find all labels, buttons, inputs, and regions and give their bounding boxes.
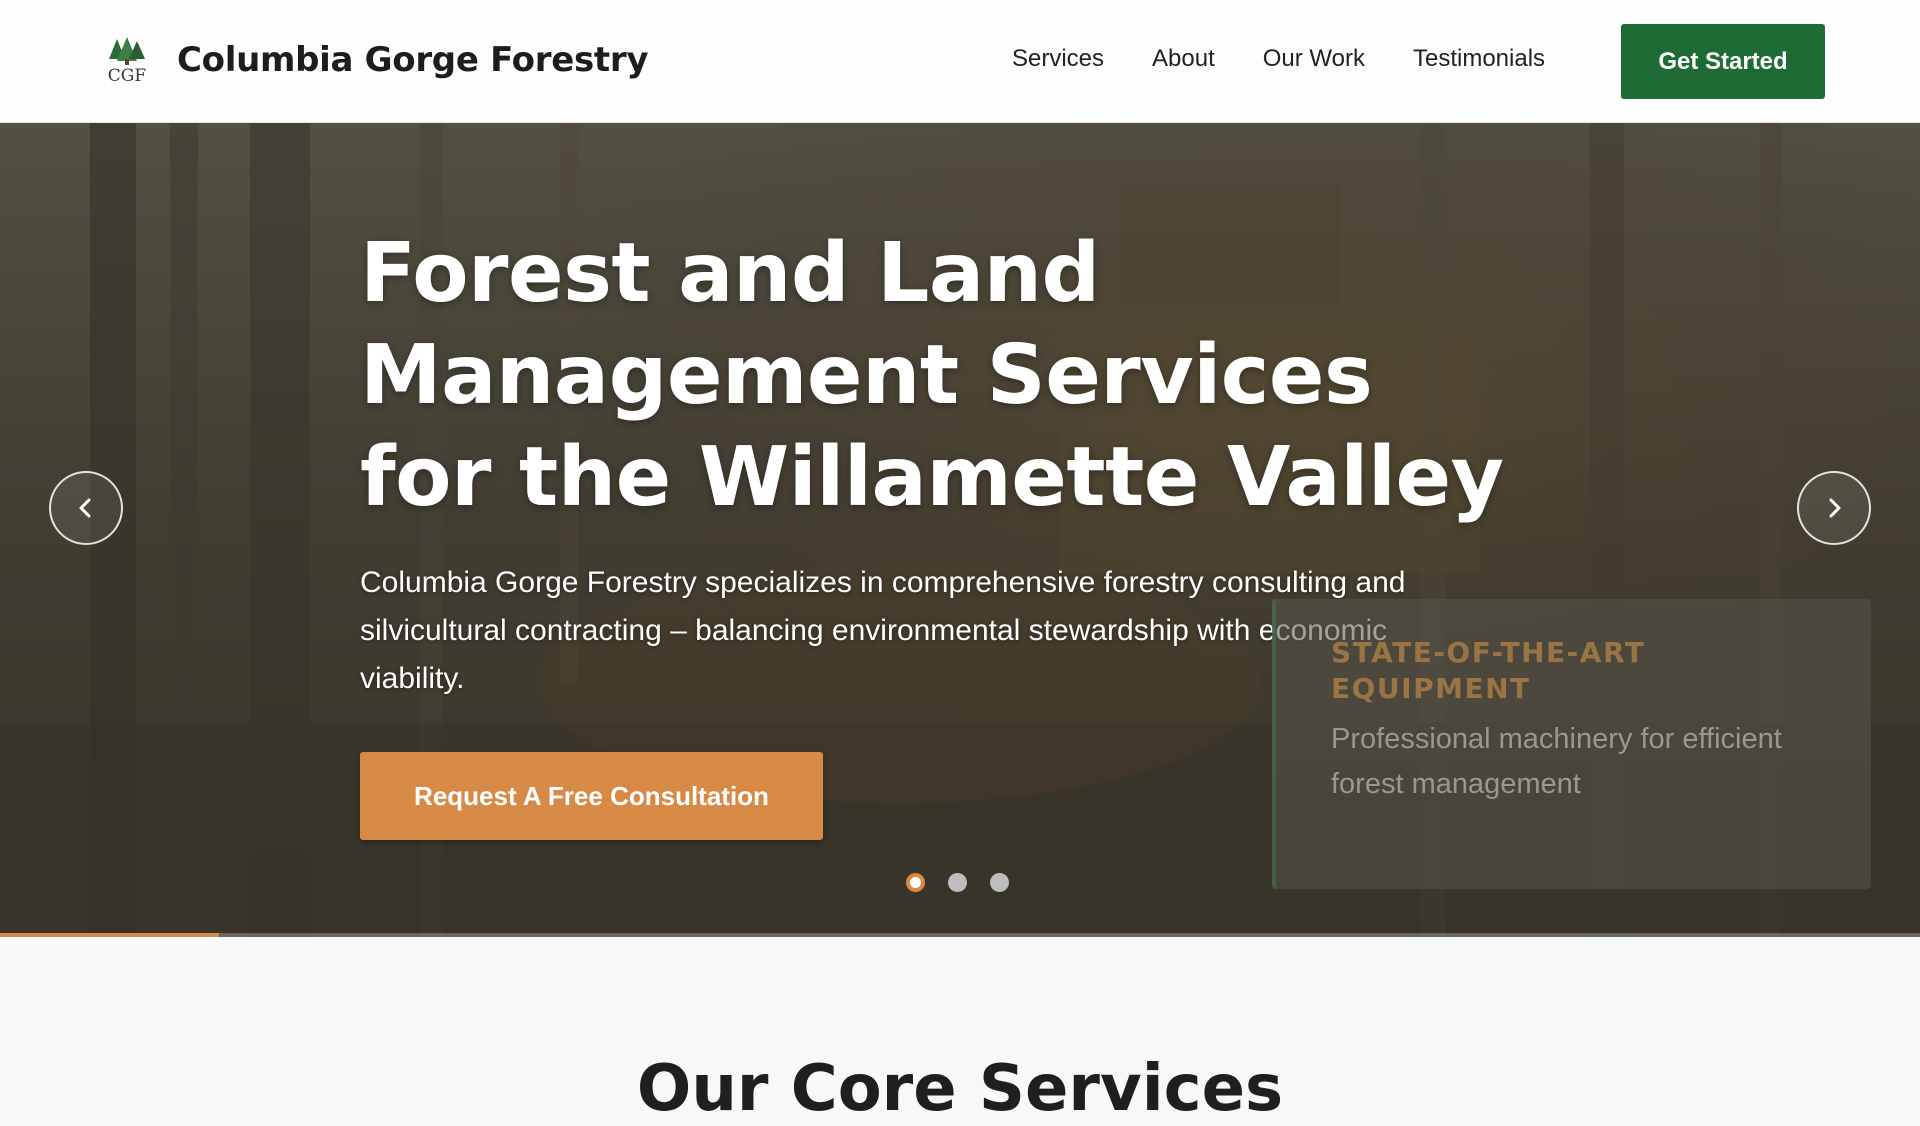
chevron-left-icon <box>79 498 91 518</box>
hero-title: Forest and Land Management Services for … <box>360 226 1504 525</box>
slider-dot-2[interactable] <box>948 873 967 892</box>
brand-name: Columbia Gorge Forestry <box>177 40 649 80</box>
feature-card-title: STATE-OF-THE-ART EQUIPMENT <box>1331 636 1646 705</box>
slider-dots <box>906 873 1032 892</box>
main-nav: Services About Our Work Testimonials <box>1012 45 1545 73</box>
request-consultation-button[interactable]: Request A Free Consultation <box>360 752 823 840</box>
get-started-button[interactable]: Get Started <box>1621 24 1825 99</box>
hero-slider: Forest and Land Management Services for … <box>0 123 1920 937</box>
feature-card-description: Professional machinery for efficient for… <box>1331 723 1782 800</box>
logo-text: CGF <box>108 66 147 85</box>
slider-next-button[interactable] <box>1797 471 1871 545</box>
nav-link-about[interactable]: About <box>1152 45 1215 73</box>
feature-card: STATE-OF-THE-ART EQUIPMENT Professional … <box>1272 599 1871 889</box>
slider-dot-1[interactable] <box>906 873 925 892</box>
site-header: CGF Columbia Gorge Forestry Services Abo… <box>0 0 1920 123</box>
chevron-right-icon <box>1829 498 1841 518</box>
services-section-heading: Our Core Services <box>636 1052 1284 1126</box>
logo-tree-icon: CGF <box>108 37 147 85</box>
brand[interactable]: CGF Columbia Gorge Forestry <box>103 35 649 85</box>
slide-progress-fill <box>0 933 219 937</box>
slider-prev-button[interactable] <box>49 471 123 545</box>
slider-dot-3[interactable] <box>990 873 1009 892</box>
slide-progress-bar <box>0 933 1920 937</box>
nav-link-testimonials[interactable]: Testimonials <box>1413 45 1545 73</box>
nav-link-services[interactable]: Services <box>1012 45 1104 73</box>
nav-link-our-work[interactable]: Our Work <box>1263 45 1365 73</box>
